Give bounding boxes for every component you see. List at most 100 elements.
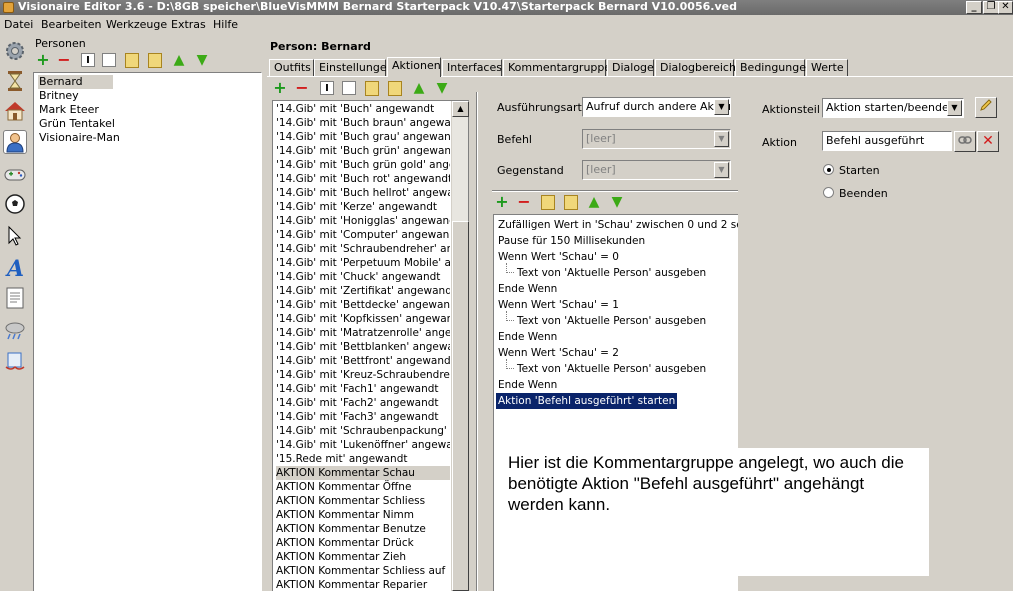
radio-starten[interactable] [823, 164, 834, 175]
script-command[interactable]: Wenn Wert 'Schau' = 2 [498, 345, 619, 361]
menu-bearbeiten[interactable]: Bearbeiten [41, 18, 101, 31]
tab-kommentargruppen[interactable]: Kommentargruppen [503, 59, 618, 76]
action-list-item[interactable]: '14.Gib' mit 'Buch grau' angewandt [276, 130, 450, 144]
action-list-item[interactable]: '14.Gib' mit 'Honigglas' angewandt [276, 214, 450, 228]
clear-button[interactable]: ✕ [977, 131, 999, 152]
action-list-item[interactable]: AKTION Kommentar Schau [276, 466, 450, 480]
action-list-item[interactable]: '14.Gib' mit 'Kreuz-Schraubendreher' [276, 368, 450, 382]
action-list-item[interactable]: '14.Gib' mit 'Buch hellrot' angewandt [276, 186, 450, 200]
action-list-item[interactable]: '14.Gib' mit 'Bettdecke' angewandt [276, 298, 450, 312]
action-list-item[interactable]: '14.Gib' mit 'Buch braun' angewandt [276, 116, 450, 130]
menu-werkzeuge[interactable]: Werkzeuge [106, 18, 167, 31]
scroll-thumb[interactable] [452, 221, 469, 591]
menu-extras[interactable]: Extras [171, 18, 206, 31]
cursor-icon[interactable] [3, 224, 27, 248]
move-down-icon[interactable]: ▼ [194, 52, 210, 68]
scroll-icon[interactable] [3, 349, 27, 373]
action-list-item[interactable]: AKTION Kommentar Öffne [276, 480, 450, 494]
add-person-icon[interactable]: + [35, 52, 51, 68]
list-item[interactable]: Mark Eteer [38, 103, 100, 117]
weather-icon[interactable] [3, 318, 27, 342]
action-list-item[interactable]: AKTION Kommentar Benutze [276, 522, 450, 536]
move-action-down-icon[interactable]: ▼ [434, 80, 450, 96]
script-command[interactable]: Text von 'Aktuelle Person' ausgeben [517, 313, 706, 329]
script-command[interactable]: Text von 'Aktuelle Person' ausgeben [517, 265, 706, 281]
action-list-item[interactable]: '14.Gib' mit 'Buch rot' angewandt [276, 172, 450, 186]
action-list-item[interactable]: '14.Gib' mit 'Fach1' angewandt [276, 382, 450, 396]
action-list-item[interactable]: '14.Gib' mit 'Computer' angewandt [276, 228, 450, 242]
action-list-item[interactable]: AKTION Kommentar Schliess auf [276, 564, 450, 578]
remove-action-icon[interactable]: − [294, 80, 310, 96]
script-command[interactable]: Text von 'Aktuelle Person' ausgeben [517, 361, 706, 377]
action-list-item[interactable]: AKTION Kommentar Schliess [276, 494, 450, 508]
action-list-item[interactable]: '14.Gib' mit 'Zertifikat' angewandt [276, 284, 450, 298]
gamepad-icon[interactable] [3, 162, 27, 186]
paste-icon[interactable] [125, 53, 139, 68]
tab-bedingungen[interactable]: Bedingungen [735, 59, 813, 76]
font-a-icon[interactable]: A [3, 255, 27, 282]
tab-dialoge[interactable]: Dialoge [607, 59, 654, 76]
list-item[interactable]: Visionaire-Man [38, 131, 121, 145]
move-command-down-icon[interactable]: ▼ [609, 194, 625, 210]
action-list-item[interactable]: '14.Gib' mit 'Kerze' angewandt [276, 200, 450, 214]
action-list-item[interactable]: '14.Gib' mit 'Lukenöffner' angewandt [276, 438, 450, 452]
remove-command-icon[interactable]: − [516, 194, 532, 210]
aktionsteil-select[interactable]: Aktion starten/beenden ▼ [822, 98, 964, 118]
script-command[interactable]: Aktion 'Befehl ausgeführt' starten [496, 393, 678, 409]
script-command[interactable]: Ende Wenn [498, 377, 557, 393]
menu-hilfe[interactable]: Hilfe [213, 18, 238, 31]
action-list-item[interactable]: '14.Gib' mit 'Matratzenrolle' angewan [276, 326, 450, 340]
list-item[interactable]: Britney [38, 89, 80, 103]
action-list-item[interactable]: '14.Gib' mit 'Fach3' angewandt [276, 410, 450, 424]
text-document-icon[interactable] [3, 286, 27, 310]
add-action-icon[interactable]: + [272, 80, 288, 96]
script-command[interactable]: Wenn Wert 'Schau' = 0 [498, 249, 619, 265]
action-list-item[interactable]: '14.Gib' mit 'Buch grün' angewandt [276, 144, 450, 158]
action-list-item[interactable]: '14.Gib' mit 'Buch' angewandt [276, 102, 450, 116]
script-command[interactable]: Zufälligen Wert in 'Schau' zwischen 0 un… [498, 217, 738, 233]
radio-beenden[interactable] [823, 187, 834, 198]
scroll-up-arrow-icon[interactable]: ▲ [452, 101, 469, 117]
list-item[interactable]: Bernard [38, 75, 113, 89]
tab-aktionen[interactable]: Aktionen [387, 57, 441, 77]
action-list-item[interactable]: '14.Gib' mit 'Perpetuum Mobile' angev [276, 256, 450, 270]
soccer-ball-icon[interactable] [3, 192, 27, 216]
link-button[interactable] [954, 131, 976, 152]
move-command-up-icon[interactable]: ▲ [586, 194, 602, 210]
ausfuehrungsart-select[interactable]: Aufruf durch andere Aktion ▼ [582, 97, 731, 117]
action-list-item[interactable]: '14.Gib' mit 'Bettfront' angewandt [276, 354, 450, 368]
tab-outfits[interactable]: Outfits [269, 59, 314, 76]
action-list-item[interactable]: AKTION Kommentar Zieh [276, 550, 450, 564]
chevron-down-icon[interactable]: ▼ [714, 99, 729, 115]
move-action-up-icon[interactable]: ▲ [411, 80, 427, 96]
rename-action-icon[interactable]: I [320, 81, 334, 95]
menu-datei[interactable]: Datei [4, 18, 33, 31]
tab-werte[interactable]: Werte [806, 59, 848, 76]
action-list-item[interactable]: '15.Rede mit' angewandt [276, 452, 450, 466]
copy-action-icon[interactable] [342, 81, 356, 95]
action-list-item[interactable]: AKTION Kommentar Reparier [276, 578, 450, 591]
tab-interfaces[interactable]: Interfaces [442, 59, 502, 76]
remove-person-icon[interactable]: − [56, 52, 72, 68]
clipboard-icon[interactable] [148, 53, 162, 68]
action-list-item[interactable]: AKTION Kommentar Nimm [276, 508, 450, 522]
person-icon[interactable] [3, 130, 27, 154]
panel-splitter[interactable] [262, 34, 266, 591]
befehl-select[interactable]: [leer] ▼ [582, 129, 731, 149]
action-list-scrollbar[interactable]: ▲ [451, 101, 469, 591]
script-command[interactable]: Ende Wenn [498, 329, 557, 345]
aktion-field[interactable]: Befehl ausgeführt [822, 131, 952, 151]
script-command[interactable]: Ende Wenn [498, 281, 557, 297]
hourglass-icon[interactable] [3, 69, 27, 93]
tab-dialogbereich[interactable]: Dialogbereich [655, 59, 736, 76]
action-list-item[interactable]: '14.Gib' mit 'Chuck' angewandt [276, 270, 450, 284]
close-button[interactable]: ✕ [998, 1, 1013, 14]
script-command[interactable]: Wenn Wert 'Schau' = 1 [498, 297, 619, 313]
rename-icon[interactable]: I [81, 53, 95, 67]
add-command-icon[interactable]: + [494, 194, 510, 210]
gegenstand-select[interactable]: [leer] ▼ [582, 160, 731, 180]
action-list-item[interactable]: '14.Gib' mit 'Buch grün gold' angewa [276, 158, 450, 172]
edit-pencil-button[interactable] [975, 97, 997, 118]
action-list-item[interactable]: '14.Gib' mit 'Schraubenpackung' ange [276, 424, 450, 438]
action-list-item[interactable]: '14.Gib' mit 'Kopfkissen' angewandt [276, 312, 450, 326]
